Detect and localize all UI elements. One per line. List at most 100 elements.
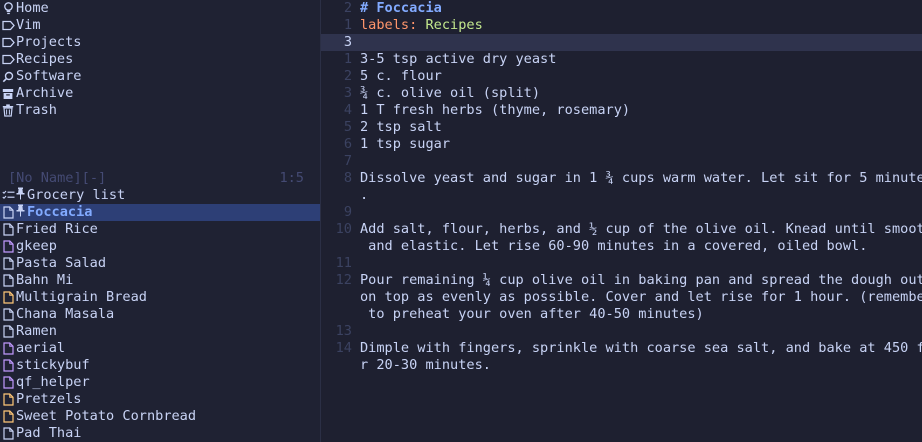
sidebar-item-home[interactable]: Home [0,0,320,17]
line-text: 3-5 tsp active dry yeast [360,51,557,67]
note-list-item[interactable]: Foccacia [0,204,320,221]
note-title: Pretzels [16,391,82,407]
editor-line: 8 Dissolve yeast and sugar in 1 ¾ cups wa… [321,170,922,187]
editor-line: 5 2 tsp salt [321,119,922,136]
line-number: 4 [343,102,352,118]
note-list-item[interactable]: Pasta Salad [0,255,320,272]
editor-line: 13 [321,323,922,340]
note-list-item[interactable]: Pad Thai [0,425,320,442]
document-icon [1,410,15,423]
note-list-item[interactable]: gkeep [0,238,320,255]
line-number: 2 [343,68,352,84]
sidebar-item-software[interactable]: Software [0,68,320,85]
sidebar-item-label: Vim [16,17,41,33]
note-title: qf_helper [16,374,90,390]
sidebar-statusline: [No Name][-] 1:5 [0,170,320,187]
note-title: aerial [16,340,66,356]
sidebar-item-recipes[interactable]: Recipes [0,51,320,68]
editor-line: 7 [321,153,922,170]
document-icon [1,342,15,355]
line-number [321,289,360,306]
line-text: and elastic. Let rise 60-90 minutes in a… [360,238,868,254]
editor-line: 10 Add salt, flour, herbs, and ½ cup of t… [321,221,922,238]
line-number: 12 [335,272,352,288]
editor-pane[interactable]: 2 # Foccacia 1 labels: Recipes 3 1 3-5 tsp act… [321,0,922,442]
sidebar-item-vim[interactable]: Vim [0,17,320,34]
note-list-item[interactable]: Pretzels [0,391,320,408]
note-list-item[interactable]: Grocery list [0,187,320,204]
sidebar-item-projects[interactable]: Projects [0,34,320,51]
note-title: Grocery list [27,187,126,203]
note-heading: # Foccacia [360,0,442,16]
line-number [321,306,360,323]
note-list-item[interactable]: qf_helper [0,374,320,391]
line-text: Dissolve yeast and sugar in 1 ¾ cups war… [360,170,922,186]
line-number: 13 [335,323,352,339]
cursor-position: 1:5 [279,170,304,186]
note-title: Ramen [16,323,57,339]
document-icon [1,206,15,219]
editor-line: and elastic. Let rise 60-90 minutes in a… [321,238,922,255]
document-icon [1,393,15,406]
line-text: Dimple with fingers, sprinkle with coars… [360,340,922,356]
pin-icon [16,204,25,221]
sidebar-item-label: Recipes [16,51,74,67]
sidebar-nav: Home Vim Projects Recipes Software Archive Tra… [0,0,320,119]
document-icon [1,308,15,321]
note-title: Pad Thai [16,425,82,441]
note-list-item[interactable]: aerial [0,340,320,357]
note-title: Sweet Potato Cornbread [16,408,197,424]
editor-line: 6 1 tsp sugar [321,136,922,153]
editor-line: 1 3-5 tsp active dry yeast [321,51,922,68]
cursor-line: 3 [321,34,922,51]
document-icon [1,291,15,304]
note-list-item[interactable]: Fried Rice [0,221,320,238]
sidebar-item-label: Software [16,68,82,84]
sidebar-item-trash[interactable]: Trash [0,102,320,119]
editor-line: 14 Dimple with fingers, sprinkle with coa… [321,340,922,357]
line-number: 11 [335,255,352,271]
editor-line: 2 5 c. flour [321,68,922,85]
note-title: Foccacia [27,204,93,220]
note-list-item[interactable]: stickybuf [0,357,320,374]
note-list-item[interactable]: Multigrain Bread [0,289,320,306]
note-list-item[interactable]: Chana Masala [0,306,320,323]
line-text: ¾ c. olive oil (split) [360,85,541,101]
document-icon [1,376,15,389]
line-number [321,187,360,204]
note-list-item[interactable]: Ramen [0,323,320,340]
checklist-icon [1,190,15,201]
note-title: Multigrain Bread [16,289,147,305]
sidebar-item-label: Trash [16,102,57,118]
tag-icon [1,20,15,31]
sidebar: Home Vim Projects Recipes Software Archive Tra… [0,0,320,442]
note-title: Pasta Salad [16,255,107,271]
line-number: 6 [343,136,352,152]
line-number: 1 [343,51,352,67]
line-text: on top as evenly as possible. Cover and … [360,289,922,305]
editor-line: . [321,187,922,204]
line-number: 3 [343,34,352,50]
line-number [321,238,360,255]
editor-line: 3 ¾ c. olive oil (split) [321,85,922,102]
editor-line: on top as evenly as possible. Cover and … [321,289,922,306]
document-icon [1,325,15,338]
search-icon [1,71,15,83]
document-icon [1,359,15,372]
sidebar-item-archive[interactable]: Archive [0,85,320,102]
note-list-item[interactable]: Bahn Mi [0,272,320,289]
editor-line: 4 1 T fresh herbs (thyme, rosemary) [321,102,922,119]
line-number: 5 [343,119,352,135]
editor-line: 2 # Foccacia [321,0,922,17]
editor-line: 9 [321,204,922,221]
line-text: . [360,187,369,203]
line-number: 10 [335,221,352,237]
line-text: Pour remaining ¼ cup olive oil in baking… [360,272,922,288]
line-text: Add salt, flour, herbs, and ½ cup of the… [360,221,922,237]
note-title: gkeep [16,238,57,254]
line-text: 1 T fresh herbs (thyme, rosemary) [360,102,631,118]
trash-icon [1,104,15,117]
note-title: Fried Rice [16,221,98,237]
labels-value: Recipes [417,17,483,33]
note-list-item[interactable]: Sweet Potato Cornbread [0,408,320,425]
